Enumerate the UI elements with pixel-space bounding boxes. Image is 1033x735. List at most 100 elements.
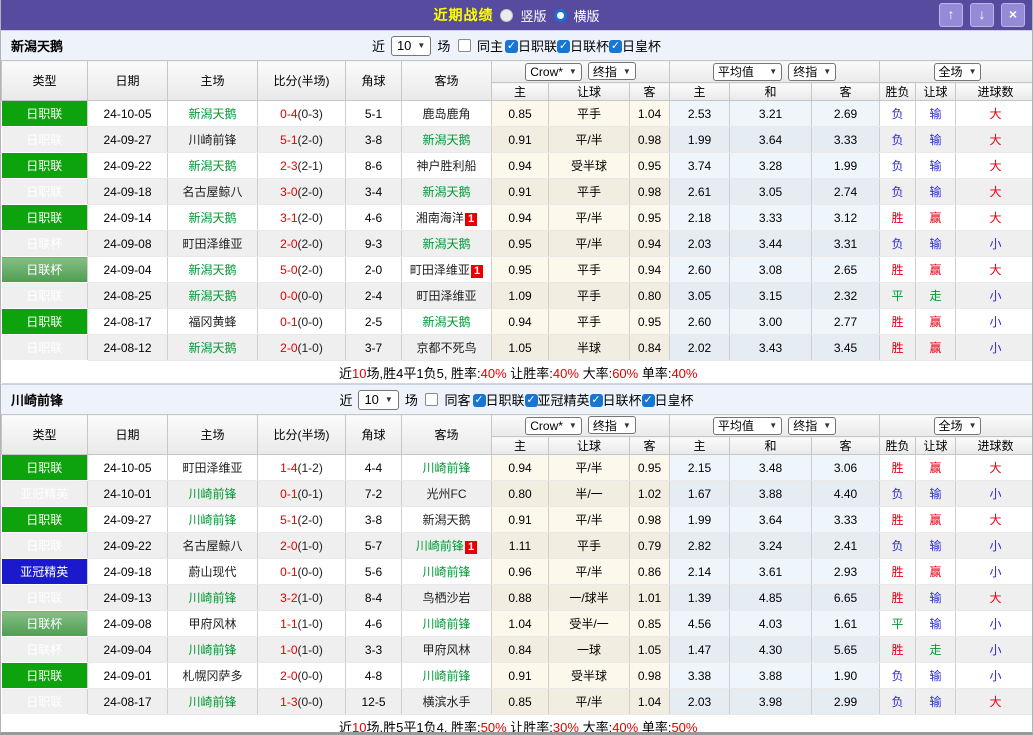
fulltime-select[interactable]: 全场 ▼ bbox=[933, 62, 982, 81]
league-checkbox[interactable] bbox=[641, 394, 655, 407]
vertical-view-label[interactable]: 竖版 bbox=[520, 6, 546, 25]
same-venue-checkbox[interactable] bbox=[457, 39, 471, 52]
summary-text-run: 30% bbox=[552, 719, 579, 735]
halftime-score: (2-0) bbox=[297, 236, 323, 251]
team-name-text: 新潟天鹅 bbox=[422, 185, 471, 199]
horizontal-view-radio[interactable] bbox=[553, 8, 567, 22]
away-team: 鸟栖沙岩 bbox=[401, 584, 492, 611]
team-name-text: 町田泽维亚 bbox=[409, 263, 470, 277]
summary-text-run: 40% bbox=[480, 365, 507, 381]
team1-filters: 近 10▼ 场 同主 日职联日联杯日皇杯 bbox=[372, 35, 662, 56]
league-checkbox[interactable] bbox=[472, 394, 486, 407]
league-checkbox[interactable] bbox=[524, 394, 538, 407]
competition-badge: 日职联 bbox=[1, 178, 88, 205]
halftime-score: (1-0) bbox=[297, 642, 323, 657]
match-score: 1-0(1-0) bbox=[257, 636, 346, 663]
team1-summary-row: 近10场,胜4平1负5, 胜率:40% 让胜率:40% 大率:60% 单率:40… bbox=[1, 360, 1032, 384]
corner-score: 3-3 bbox=[345, 636, 402, 663]
league-label: 日皇杯 bbox=[622, 39, 662, 54]
move-up-button[interactable]: ↑ bbox=[939, 3, 963, 27]
result-goals: 小 bbox=[955, 282, 1032, 309]
result-goals: 大 bbox=[955, 204, 1032, 231]
league-checkbox[interactable] bbox=[589, 394, 603, 407]
team-name-text: 新潟天鹅 bbox=[188, 263, 237, 277]
avg-draw-odds: 3.64 bbox=[729, 126, 813, 153]
avg-home-odds: 1.39 bbox=[669, 584, 731, 611]
match-row: 日职联 24-09-27 川崎前锋 5-1(2-0) 3-8 新潟天鹅 0.91 平/半 0.9… bbox=[1, 506, 1032, 533]
summary-text-run: 场,胜5平1负4, 胜率: bbox=[366, 719, 481, 735]
col-let-home: 主 bbox=[491, 436, 549, 455]
result-winloss: 平 bbox=[879, 282, 917, 309]
away-team: 川崎前锋 bbox=[401, 558, 492, 585]
competition-badge: 日职联 bbox=[1, 584, 88, 611]
away-team: 湘南海洋 1 bbox=[401, 204, 492, 231]
col-home: 主场 bbox=[167, 60, 258, 101]
handicap-home-odds: 0.95 bbox=[491, 230, 549, 257]
avg-final-select[interactable]: 终指 ▼ bbox=[788, 62, 837, 81]
home-team: 新潟天鹅 bbox=[167, 100, 258, 127]
result-goals: 小 bbox=[955, 558, 1032, 585]
match-row: 日职联 24-08-25 新潟天鹅 0-0(0-0) 2-4 町田泽维亚 1.09 平手 0.8… bbox=[1, 282, 1032, 309]
summary-text-run: 近 bbox=[339, 365, 353, 381]
section-header-team2: 川崎前锋 近 10▼ 场 同客 日职联亚冠精英日联杯日皇杯 bbox=[1, 384, 1032, 414]
match-date: 24-09-22 bbox=[87, 152, 168, 179]
fulltime-score: 1-1 bbox=[280, 616, 298, 631]
match-score: 1-1(1-0) bbox=[257, 610, 346, 637]
avg-away-odds: 4.40 bbox=[811, 480, 881, 507]
handicap-away-odds: 0.95 bbox=[629, 204, 671, 231]
halftime-score: (1-0) bbox=[297, 340, 323, 355]
same-venue-checkbox[interactable] bbox=[425, 393, 439, 406]
team-name-text: 新潟天鹅 bbox=[422, 133, 471, 147]
result-goals: 小 bbox=[955, 662, 1032, 689]
summary-text-run: 50% bbox=[480, 719, 507, 735]
fulltime-select[interactable]: 全场 ▼ bbox=[933, 416, 982, 435]
team-name-text: 鸟栖沙岩 bbox=[422, 591, 471, 605]
home-team: 川崎前锋 bbox=[167, 126, 258, 153]
match-date: 24-08-12 bbox=[87, 334, 168, 361]
col-avg-home: 主 bbox=[669, 436, 731, 455]
corner-score: 3-7 bbox=[345, 334, 402, 361]
horizontal-view-label[interactable]: 横版 bbox=[574, 6, 600, 25]
avg-draw-odds: 3.48 bbox=[729, 454, 813, 481]
league-checkbox[interactable] bbox=[557, 40, 571, 53]
avg-source-select[interactable]: 平均值 ▼ bbox=[712, 416, 783, 435]
handicap-line: 平手 bbox=[548, 100, 630, 127]
close-button[interactable]: × bbox=[1001, 3, 1025, 27]
odds-final-select[interactable]: 终指 ▼ bbox=[587, 62, 636, 81]
move-down-button[interactable]: ↓ bbox=[970, 3, 994, 27]
odds-final-select[interactable]: 终指 ▼ bbox=[587, 416, 636, 435]
competition-badge: 日职联 bbox=[1, 532, 88, 559]
avg-final-select[interactable]: 终指 ▼ bbox=[788, 416, 837, 435]
team2-filters: 近 10▼ 场 同客 日职联亚冠精英日联杯日皇杯 bbox=[339, 389, 694, 410]
avg-home-odds: 2.14 bbox=[669, 558, 731, 585]
league-checkbox[interactable] bbox=[609, 40, 623, 53]
avg-source-select[interactable]: 平均值 ▼ bbox=[712, 62, 783, 81]
match-count-select[interactable]: 10 ▼ bbox=[390, 35, 432, 56]
odds-source-select[interactable]: Crow* ▼ bbox=[525, 416, 582, 435]
competition-badge: 亚冠精英 bbox=[1, 480, 88, 507]
corner-score: 5-1 bbox=[345, 100, 402, 127]
team-name-text: 川崎前锋 bbox=[188, 487, 237, 501]
col-let-home: 主 bbox=[491, 82, 549, 101]
vertical-view-radio[interactable] bbox=[500, 8, 514, 22]
col-corner: 角球 bbox=[345, 60, 402, 101]
result-handicap: 输 bbox=[915, 480, 957, 507]
fulltime-score: 3-1 bbox=[280, 210, 298, 225]
result-goals: 大 bbox=[955, 100, 1032, 127]
result-winloss: 负 bbox=[879, 178, 917, 205]
result-goals: 大 bbox=[955, 506, 1032, 533]
team-name-text: 湘南海洋 bbox=[415, 211, 464, 225]
fulltime-score: 0-1 bbox=[280, 486, 298, 501]
home-team: 川崎前锋 bbox=[167, 584, 258, 611]
match-count-select[interactable]: 10 ▼ bbox=[358, 389, 399, 410]
corner-score: 3-8 bbox=[345, 506, 402, 533]
avg-home-odds: 2.60 bbox=[669, 256, 731, 283]
away-team: 川崎前锋 bbox=[401, 610, 492, 637]
summary-text-run: 10 bbox=[352, 365, 367, 381]
average-group-header: 平均值 ▼ 终指 ▼ bbox=[669, 60, 881, 83]
handicap-away-odds: 0.85 bbox=[629, 610, 671, 637]
col-handicap: 让球 bbox=[548, 82, 630, 101]
league-checkbox[interactable] bbox=[505, 40, 518, 53]
team2-summary-text: 近10场,胜5平1负4, 胜率:50% 让胜率:30% 大率:40% 单率:50… bbox=[1, 714, 1032, 735]
odds-source-select[interactable]: Crow* ▼ bbox=[525, 62, 582, 81]
